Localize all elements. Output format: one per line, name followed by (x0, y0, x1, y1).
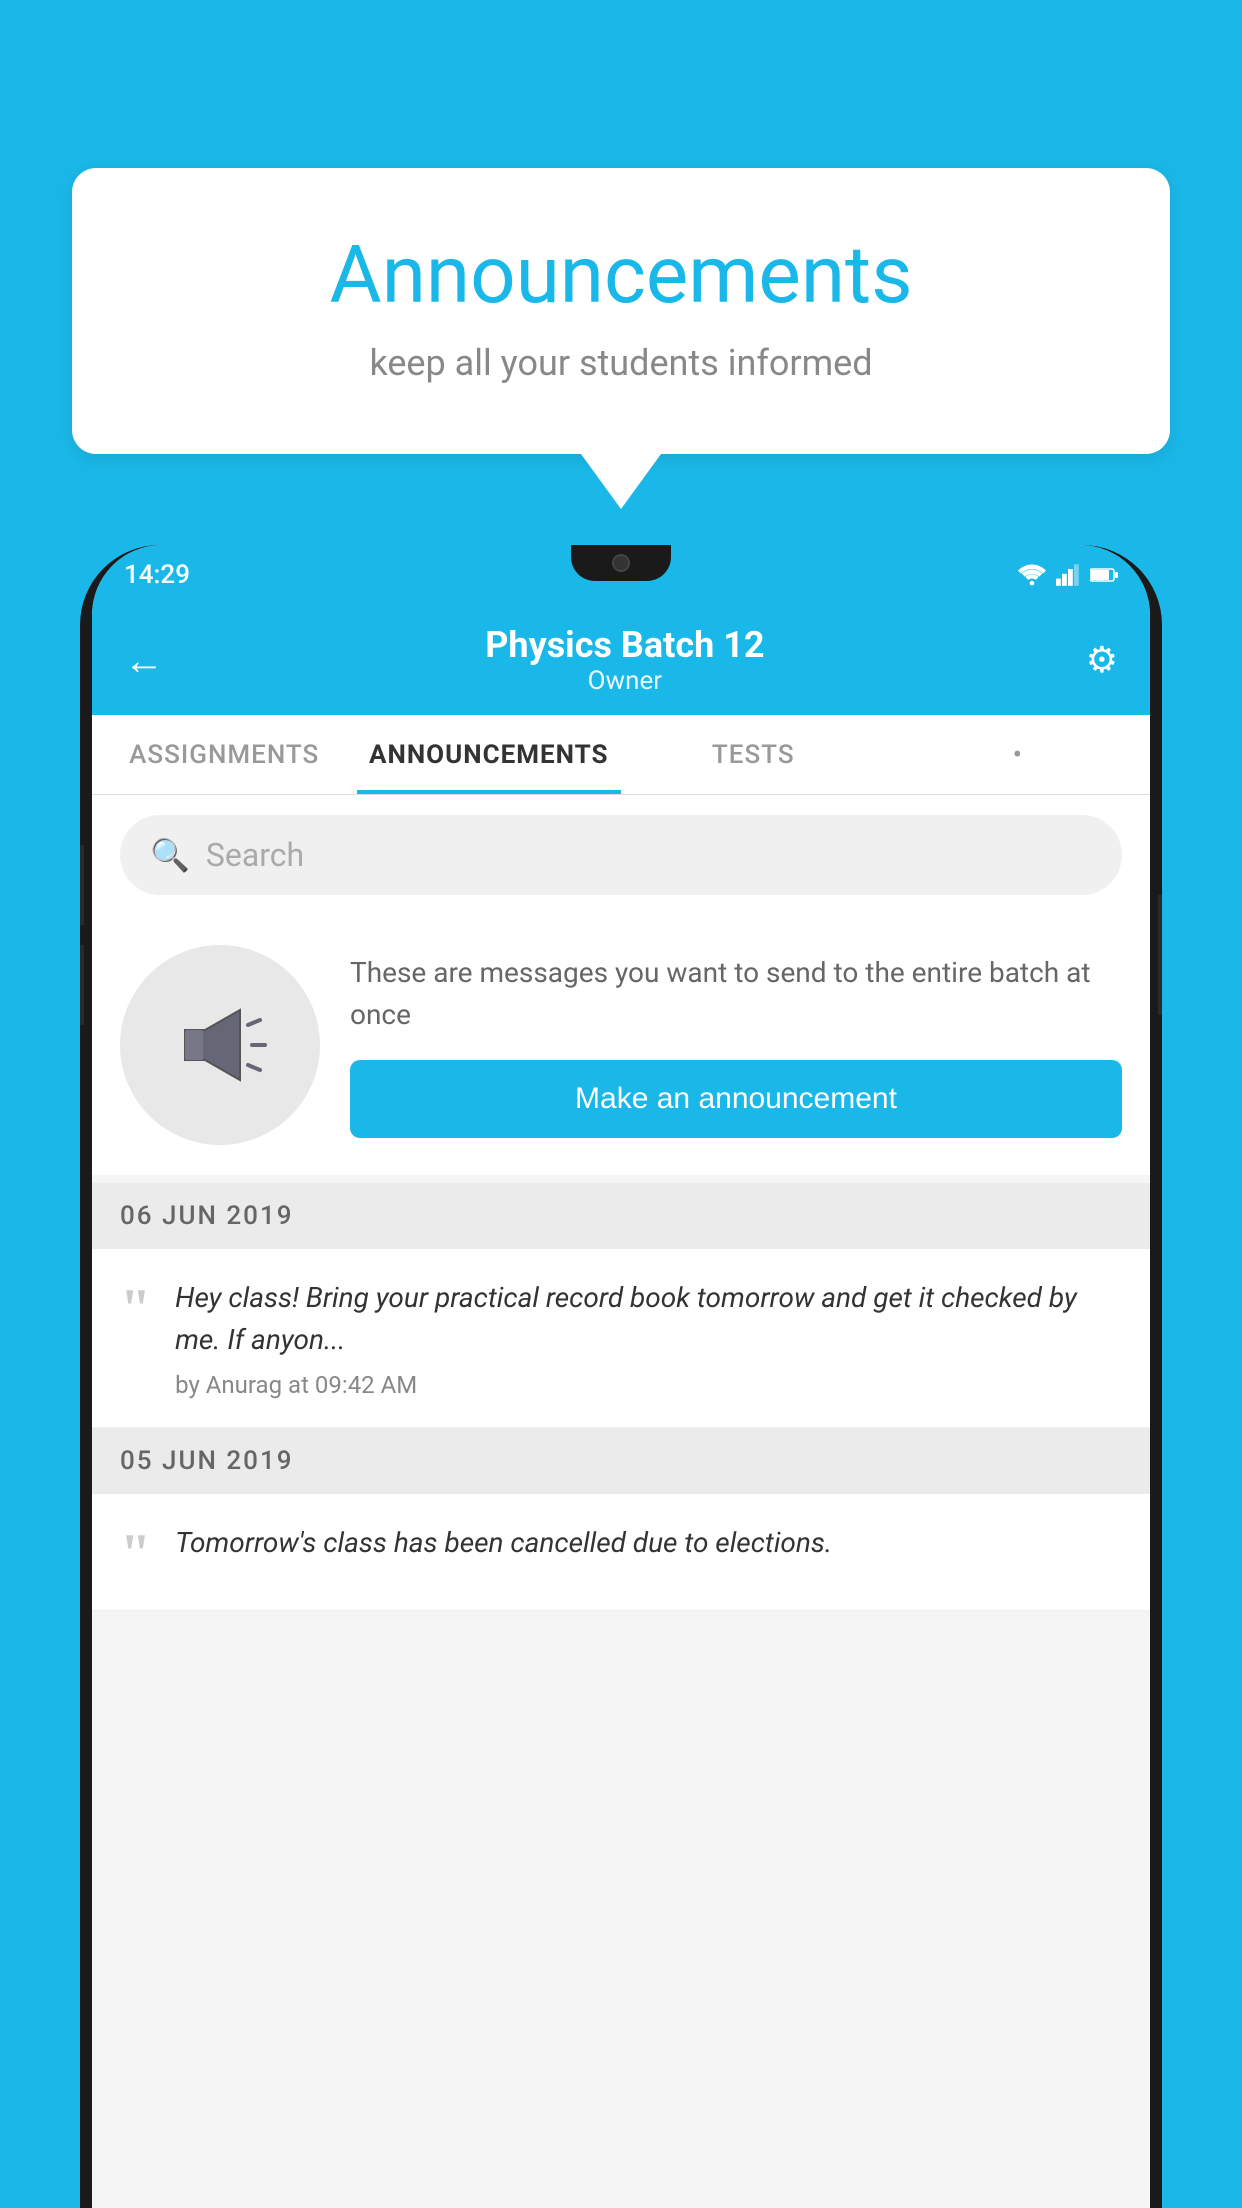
app-bar: ← Physics Batch 12 Owner ⚙ (92, 605, 1150, 715)
date-divider-2: 05 JUN 2019 (92, 1428, 1150, 1494)
make-announcement-button[interactable]: Make an announcement (350, 1060, 1122, 1138)
hero-title: Announcements (152, 228, 1090, 322)
megaphone-icon (170, 995, 270, 1095)
app-bar-center: Physics Batch 12 Owner (164, 624, 1086, 696)
volume-up-button[interactable] (80, 845, 84, 925)
settings-icon[interactable]: ⚙ (1086, 639, 1118, 681)
quote-icon-2: " (120, 1526, 151, 1582)
quote-icon-1: " (120, 1281, 151, 1337)
phone-screen: 14:29 (92, 545, 1150, 2208)
battery-icon (1090, 565, 1118, 585)
batch-title: Physics Batch 12 (164, 624, 1086, 666)
promo-icon-circle (120, 945, 320, 1145)
hero-section: Announcements keep all your students inf… (72, 168, 1170, 509)
announcement-item-1[interactable]: " Hey class! Bring your practical record… (92, 1249, 1150, 1428)
notch (571, 545, 671, 581)
search-container: 🔍 Search (92, 795, 1150, 915)
signal-icon (1056, 564, 1080, 586)
search-icon: 🔍 (150, 836, 190, 874)
announcement-promo: These are messages you want to send to t… (92, 915, 1150, 1183)
announcement-text-1: Hey class! Bring your practical record b… (175, 1277, 1122, 1361)
speech-bubble-arrow (581, 454, 661, 509)
hero-subtitle: keep all your students informed (152, 342, 1090, 384)
tab-more[interactable]: • (886, 715, 1151, 794)
phone-frame: 14:29 (80, 545, 1162, 2208)
camera (612, 554, 630, 572)
search-placeholder: Search (206, 836, 304, 874)
promo-description: These are messages you want to send to t… (350, 952, 1122, 1036)
search-bar[interactable]: 🔍 Search (120, 815, 1122, 895)
speech-bubble: Announcements keep all your students inf… (72, 168, 1170, 454)
volume-down-button[interactable] (80, 945, 84, 1025)
tabs-bar: ASSIGNMENTS ANNOUNCEMENTS TESTS • (92, 715, 1150, 795)
date-divider-1: 06 JUN 2019 (92, 1183, 1150, 1249)
status-icons (1018, 564, 1118, 586)
status-bar: 14:29 (92, 545, 1150, 605)
back-button[interactable]: ← (124, 637, 164, 684)
wifi-icon (1018, 564, 1046, 586)
announcement-text-wrap-2: Tomorrow's class has been cancelled due … (175, 1522, 1122, 1574)
announcement-text-2: Tomorrow's class has been cancelled due … (175, 1522, 1122, 1564)
tab-assignments[interactable]: ASSIGNMENTS (92, 715, 357, 794)
batch-subtitle: Owner (164, 666, 1086, 696)
announcement-meta-1: by Anurag at 09:42 AM (175, 1371, 1122, 1399)
tab-announcements[interactable]: ANNOUNCEMENTS (357, 715, 622, 794)
announcement-text-wrap-1: Hey class! Bring your practical record b… (175, 1277, 1122, 1399)
announcement-item-2[interactable]: " Tomorrow's class has been cancelled du… (92, 1494, 1150, 1611)
promo-content: These are messages you want to send to t… (350, 952, 1122, 1138)
power-button[interactable] (1158, 895, 1162, 1015)
tab-tests[interactable]: TESTS (621, 715, 886, 794)
status-time: 14:29 (124, 560, 190, 590)
